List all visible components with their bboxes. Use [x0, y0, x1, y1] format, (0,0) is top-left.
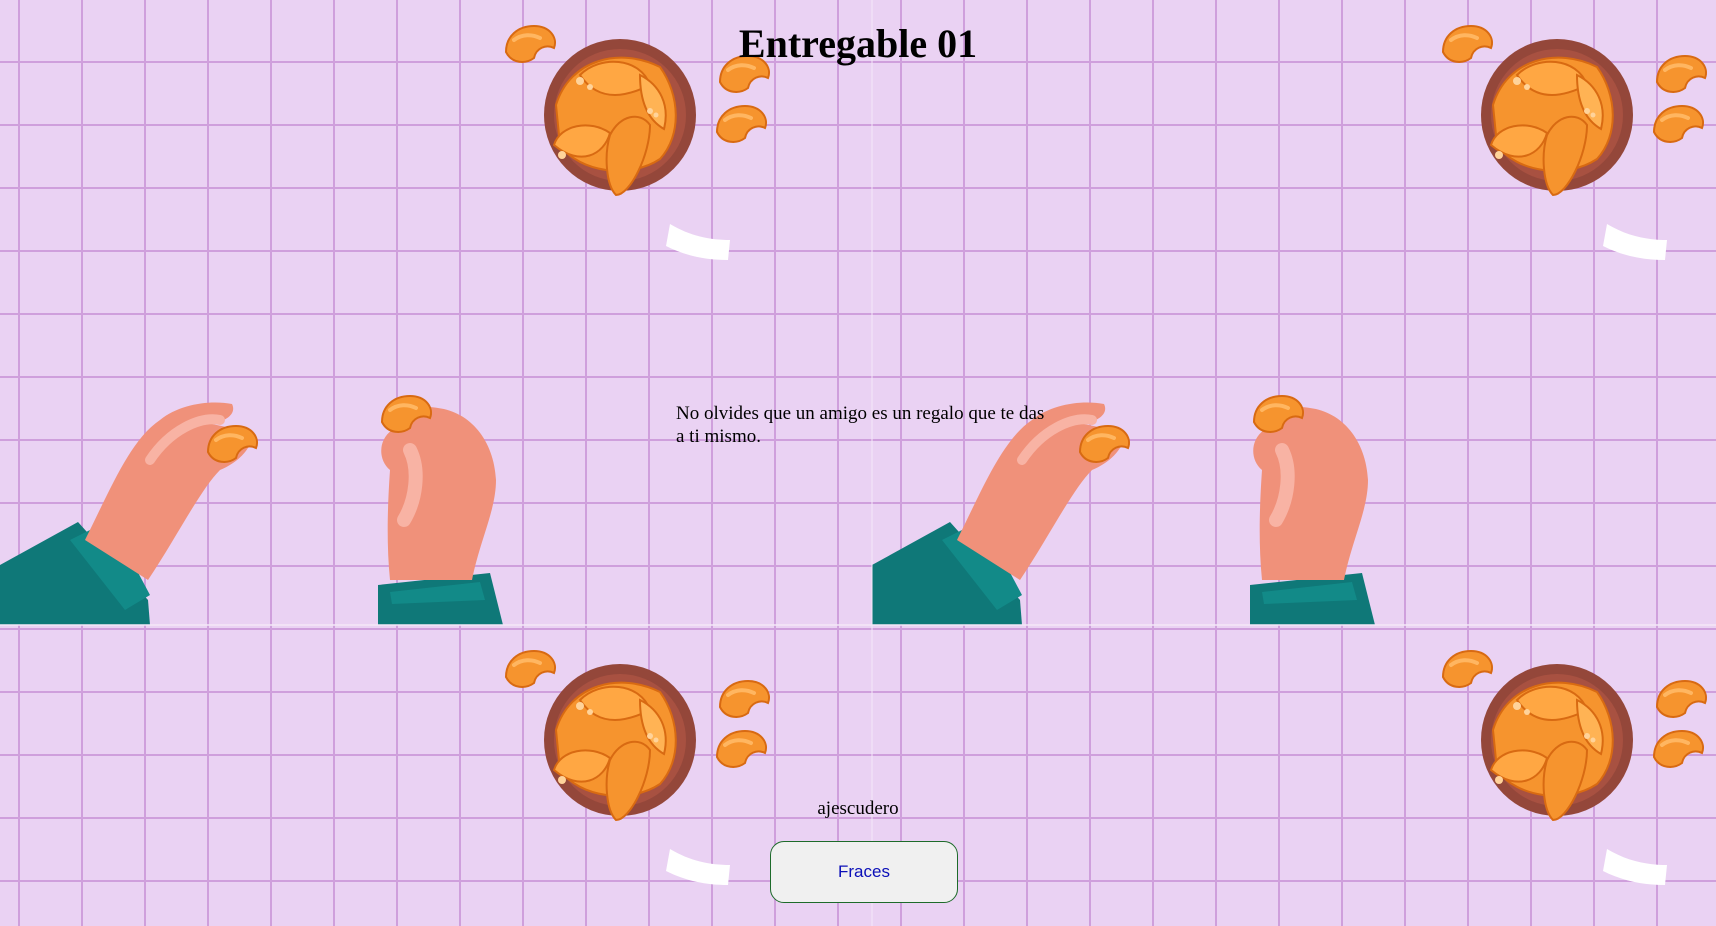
page-title: Entregable 01	[738, 21, 978, 66]
fortune-phrase: No olvides que un amigo es un regalo que…	[676, 403, 1045, 447]
fraces-button[interactable]: Fraces	[770, 841, 958, 903]
background-illustration	[0, 0, 1716, 926]
author-name: ajescudero	[817, 798, 899, 819]
